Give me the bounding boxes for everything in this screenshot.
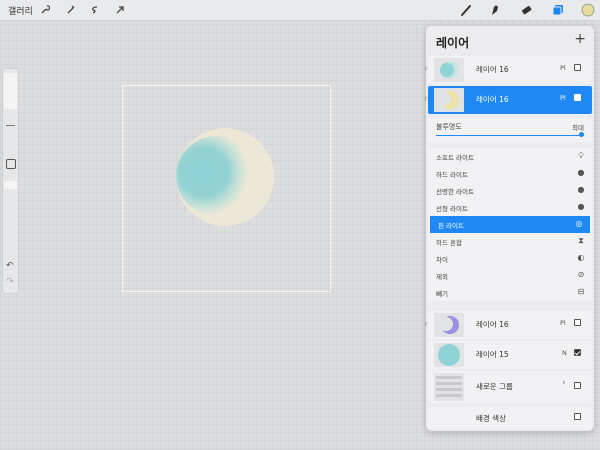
- visibility-checkbox[interactable]: [574, 349, 581, 356]
- blend-mode-label: 선형 라이트: [436, 205, 468, 213]
- redo-icon[interactable]: ↷: [6, 277, 14, 287]
- side-tab: r: [425, 66, 428, 73]
- opacity-slider[interactable]: [4, 181, 17, 189]
- transform-arrow-icon[interactable]: [113, 3, 127, 17]
- layer-row[interactable]: r 레이어 16 Pl: [425, 311, 592, 339]
- blend-mode-item[interactable]: 제외 ⊘: [428, 267, 592, 284]
- blend-mode-label: 제외: [436, 273, 448, 281]
- blend-mode-item[interactable]: 빼기 ⊟: [428, 284, 592, 301]
- selection-s-icon[interactable]: [88, 3, 102, 17]
- layer-group-row[interactable]: 새로운 그룹 ›: [428, 371, 592, 403]
- opacity-value: 최대: [572, 124, 584, 132]
- smudge-icon[interactable]: [487, 2, 503, 18]
- layer-row-selected[interactable]: r 레이어 16 Pl: [425, 86, 592, 114]
- layer-blend[interactable]: N: [562, 349, 567, 357]
- lightbulb-icon: ◎: [575, 219, 583, 228]
- visibility-checkbox[interactable]: [574, 413, 581, 420]
- layer-row[interactable]: r 레이어 16 Pl: [425, 56, 592, 84]
- layer-thumbnail: [434, 313, 464, 337]
- lightbulb-icon: ●: [577, 202, 585, 211]
- blend-mode-item[interactable]: 선형 라이트 ●: [428, 199, 592, 216]
- layer-name: 레이어 16: [476, 65, 509, 74]
- blend-mode-label: 빼기: [436, 290, 448, 298]
- blend-mode-label: 소프트 라이트: [436, 154, 474, 162]
- lightbulb-icon: ●: [577, 185, 585, 194]
- slider-divider: [6, 125, 15, 126]
- visibility-checkbox[interactable]: [574, 319, 581, 326]
- panel-title: 레이어: [436, 36, 470, 50]
- layer-thumbnail: [434, 88, 464, 112]
- blend-mode-item[interactable]: 선명한 라이트 ●: [428, 182, 592, 199]
- side-tab: r: [425, 321, 428, 328]
- wrench-icon[interactable]: [38, 3, 52, 17]
- visibility-checkbox[interactable]: [574, 382, 581, 389]
- visibility-checkbox[interactable]: [574, 94, 581, 101]
- layer-thumbnail: [434, 343, 464, 367]
- blend-mode-item-selected[interactable]: 핀 라이트 ◎: [430, 216, 590, 233]
- layer-name: 레이어 16: [476, 95, 509, 104]
- opacity-slider-knob[interactable]: [579, 132, 584, 137]
- group-name: 새로운 그룹: [476, 382, 513, 391]
- opacity-control: 불투명도 최대: [428, 118, 592, 142]
- gallery-button[interactable]: 갤러리: [8, 4, 33, 17]
- blend-mode-item[interactable]: 소프트 라이트 💡︎: [428, 148, 592, 165]
- chevron-right-icon[interactable]: ›: [562, 378, 566, 388]
- layer-row[interactable]: 레이어 15 N: [428, 341, 592, 369]
- layer-blend[interactable]: Pl: [560, 94, 566, 102]
- subtract-icon: ⊟: [577, 287, 585, 296]
- eyedropper-button[interactable]: [6, 159, 16, 169]
- eraser-icon[interactable]: [518, 2, 534, 18]
- brush-icon[interactable]: [458, 2, 474, 18]
- layer-name: 레이어 15: [476, 350, 509, 359]
- magic-wand-icon[interactable]: [64, 3, 78, 17]
- exclusion-icon: ⊘: [577, 270, 585, 279]
- left-sidebar: ↶ ↷: [2, 68, 19, 294]
- artwork-circle: [176, 128, 274, 226]
- group-thumbnail: [434, 373, 464, 401]
- layer-thumbnail: [434, 58, 464, 82]
- opacity-label: 불투명도: [436, 123, 462, 131]
- blend-mode-list: 소프트 라이트 💡︎ 하드 라이트 ● 선명한 라이트 ● 선형 라이트 ● 핀…: [428, 148, 592, 301]
- blend-mode-item[interactable]: 차이 ◐: [428, 250, 592, 267]
- layer-name: 레이어 16: [476, 320, 509, 329]
- blend-mode-item[interactable]: 하드 라이트 ●: [428, 165, 592, 182]
- layer-blend[interactable]: Pl: [560, 64, 566, 72]
- side-tab: r: [425, 96, 428, 103]
- blend-mode-label: 핀 라이트: [438, 222, 464, 230]
- hard-mix-icon: ⧗: [578, 236, 584, 245]
- blend-mode-label: 하드 혼합: [436, 239, 462, 247]
- visibility-checkbox[interactable]: [574, 64, 581, 71]
- blend-mode-label: 하드 라이트: [436, 171, 468, 179]
- opacity-slider-track[interactable]: [436, 135, 584, 136]
- difference-icon: ◐: [577, 253, 585, 262]
- add-layer-button[interactable]: +: [574, 31, 586, 47]
- lightbulb-icon: ●: [577, 168, 585, 177]
- layer-blend[interactable]: Pl: [560, 319, 566, 327]
- background-color-label: 배경 색상: [476, 414, 506, 423]
- undo-icon[interactable]: ↶: [6, 261, 14, 271]
- blend-mode-label: 차이: [436, 256, 448, 264]
- brush-size-slider[interactable]: [4, 73, 17, 109]
- color-swatch-icon[interactable]: [580, 2, 596, 18]
- blend-mode-label: 선명한 라이트: [436, 188, 474, 196]
- layers-panel: 레이어 + r 레이어 16 Pl r 레이어 16 Pl 불투명도 최대 소프…: [425, 26, 594, 431]
- background-color-row[interactable]: 배경 색상: [428, 407, 592, 429]
- top-toolbar: 갤러리: [0, 0, 600, 21]
- blend-mode-item[interactable]: 하드 혼합 ⧗: [428, 233, 592, 250]
- layers-icon[interactable]: [550, 2, 566, 18]
- lightbulb-icon: 💡︎: [578, 151, 584, 160]
